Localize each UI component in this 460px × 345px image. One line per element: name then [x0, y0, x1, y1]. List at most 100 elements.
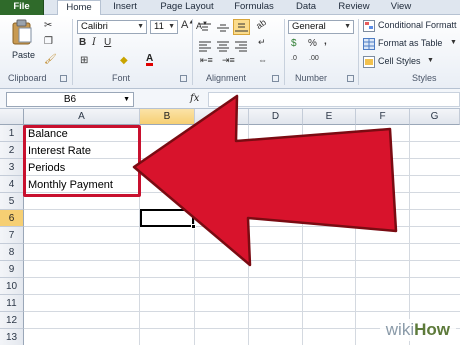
chevron-down-icon: ▼	[123, 96, 130, 103]
styles-group-label: Styles	[412, 73, 437, 83]
clipboard-group-label: Clipboard	[8, 73, 47, 83]
row-header-12[interactable]: 12	[0, 312, 24, 329]
row-header-6[interactable]: 6	[0, 210, 24, 227]
name-box-value: B6	[63, 94, 77, 105]
active-cell-b6[interactable]	[140, 209, 196, 229]
column-header-d[interactable]: D	[249, 109, 303, 125]
row-header-11[interactable]: 11	[0, 295, 24, 312]
row-header-2[interactable]: 2	[0, 142, 24, 159]
tab-formulas[interactable]: Formulas	[228, 0, 280, 15]
row-header-13[interactable]: 13	[0, 329, 24, 345]
group-divider	[192, 19, 193, 85]
chevron-down-icon: ▼	[427, 57, 434, 64]
cell-styles-label: Cell Styles	[378, 56, 421, 66]
ribbon-home: Paste ✂ ❐ 🖌 Clipboard Calibri ▼ 11 ▼ A▲ …	[0, 15, 460, 89]
chevron-down-icon: ▼	[137, 23, 144, 30]
row-header-1[interactable]: 1	[0, 125, 24, 142]
column-header-c[interactable]: C	[195, 109, 249, 125]
currency-icon[interactable]: $	[291, 38, 297, 49]
decrease-indent-icon[interactable]: ⇤≡	[200, 55, 213, 66]
worksheet-grid[interactable]: ABCDEFG 1 2 3 4 5 6 7 8 9 10 11 12 13 Balance Intere…	[0, 109, 460, 345]
align-center-button[interactable]	[216, 39, 230, 52]
wikihow-watermark: wikiHow	[379, 319, 456, 341]
cut-icon[interactable]: ✂	[44, 20, 52, 31]
borders-icon[interactable]: ⊞	[80, 55, 88, 66]
top-align-icon	[199, 23, 211, 31]
decrease-decimal-icon[interactable]: .00	[309, 55, 319, 62]
row-gridline	[24, 209, 460, 210]
tab-insert[interactable]: Insert	[104, 0, 146, 15]
font-name-value: Calibri	[81, 21, 108, 32]
tab-view[interactable]: View	[385, 0, 417, 15]
insert-function-icon[interactable]: fx	[190, 93, 199, 104]
column-header-e[interactable]: E	[303, 109, 356, 125]
column-header-f[interactable]: F	[356, 109, 410, 125]
underline-icon[interactable]: U	[104, 37, 111, 48]
merge-center-icon[interactable]: ⇔	[258, 55, 267, 65]
tab-data[interactable]: Data	[290, 0, 322, 15]
select-all-corner[interactable]	[0, 109, 24, 125]
column-header-b[interactable]: B	[140, 109, 195, 125]
alignment-launcher-icon[interactable]	[272, 75, 279, 82]
paste-button[interactable]	[10, 17, 34, 47]
row-header-4[interactable]: 4	[0, 176, 24, 193]
format-as-table-icon	[363, 38, 375, 50]
row-header-8[interactable]: 8	[0, 244, 24, 261]
orientation-icon[interactable]: ab	[254, 17, 268, 31]
chevron-down-icon: ▼	[168, 23, 175, 30]
tab-file[interactable]: File	[0, 0, 44, 15]
tab-home[interactable]: Home	[57, 0, 101, 16]
font-launcher-icon[interactable]	[180, 75, 187, 82]
top-align-button[interactable]	[198, 21, 212, 33]
row-header-9[interactable]: 9	[0, 261, 24, 278]
conditional-formatting-icon	[363, 20, 375, 32]
column-header-a[interactable]: A	[24, 109, 140, 125]
name-box[interactable]: B6 ▼	[6, 92, 134, 107]
wrap-text-icon[interactable]: ↵	[258, 37, 266, 48]
number-launcher-icon[interactable]	[347, 75, 354, 82]
watermark-how: How	[414, 320, 450, 339]
font-name-combo[interactable]: Calibri ▼	[77, 20, 147, 34]
conditional-formatting-label: Conditional Formatt	[378, 20, 457, 30]
group-divider	[358, 19, 359, 85]
align-left-button[interactable]	[198, 39, 212, 52]
tab-review[interactable]: Review	[333, 0, 375, 15]
middle-align-button[interactable]	[216, 21, 230, 33]
bottom-align-button[interactable]	[233, 19, 250, 35]
row-gridline	[24, 311, 460, 312]
font-color-icon[interactable]: A	[146, 54, 154, 66]
column-header-g[interactable]: G	[410, 109, 460, 125]
clipboard-launcher-icon[interactable]	[60, 75, 67, 82]
conditional-formatting-button[interactable]: Conditional Formatt	[363, 19, 460, 33]
italic-icon[interactable]: I	[92, 37, 96, 48]
percent-icon[interactable]: %	[308, 38, 317, 49]
middle-align-icon	[217, 24, 229, 32]
row-header-5[interactable]: 5	[0, 193, 24, 210]
align-right-button[interactable]	[234, 39, 248, 52]
row-header-10[interactable]: 10	[0, 278, 24, 295]
group-divider	[284, 19, 285, 85]
chevron-down-icon: ▼	[344, 23, 351, 30]
paste-label: Paste	[12, 50, 36, 60]
font-group-label: Font	[112, 73, 131, 83]
fill-color-icon[interactable]: ◆	[120, 55, 128, 66]
increase-decimal-icon[interactable]: .0	[291, 55, 297, 62]
comma-style-icon[interactable]: ,	[324, 36, 327, 47]
tab-page-layout[interactable]: Page Layout	[154, 0, 220, 15]
fill-handle[interactable]	[191, 224, 196, 229]
highlight-box	[23, 125, 141, 197]
format-painter-icon[interactable]: 🖌	[44, 54, 57, 65]
row-gridline	[24, 277, 460, 278]
bold-icon[interactable]: B	[79, 37, 86, 48]
row-header-7[interactable]: 7	[0, 227, 24, 244]
increase-indent-icon[interactable]: ⇥≡	[222, 55, 235, 66]
align-center-icon	[217, 41, 229, 52]
formula-input[interactable]	[208, 92, 460, 107]
format-as-table-button[interactable]: Format as Table ▼	[363, 37, 460, 51]
font-size-combo[interactable]: 11 ▼	[150, 20, 178, 34]
align-right-icon	[235, 41, 247, 52]
number-format-combo[interactable]: General ▼	[288, 20, 354, 34]
cell-styles-button[interactable]: Cell Styles ▼	[363, 55, 460, 69]
copy-icon[interactable]: ❐	[44, 36, 53, 47]
row-header-3[interactable]: 3	[0, 159, 24, 176]
